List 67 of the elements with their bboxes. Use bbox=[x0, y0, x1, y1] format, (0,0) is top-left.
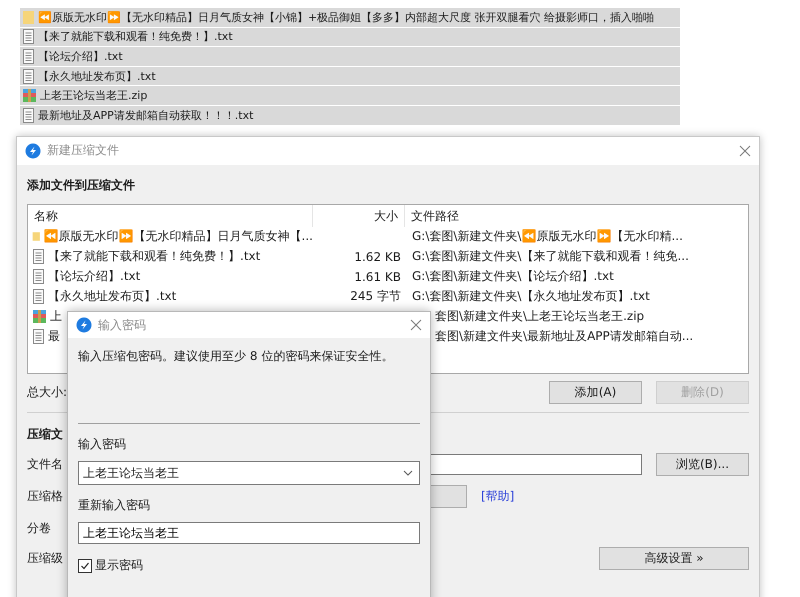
file-name: 【永久地址发布页】.txt bbox=[48, 288, 176, 306]
column-header[interactable]: 名称 bbox=[28, 204, 313, 227]
confirm-password-label: 重新输入密码 bbox=[78, 497, 151, 514]
file-name: 【来了就能下载和观看！纯免费！】.txt bbox=[48, 248, 260, 266]
file-name: 最新地址及APP请发邮箱自动获取！！！.txt bbox=[38, 108, 254, 123]
show-password-checkbox[interactable] bbox=[78, 558, 92, 572]
folder-icon bbox=[22, 10, 35, 25]
file-name: 【论坛介绍】.txt bbox=[38, 48, 123, 64]
file-path: G:\套图\新建文件夹\⏪原版无水印⏩【无水印精... bbox=[411, 228, 683, 246]
close-icon[interactable] bbox=[410, 319, 422, 331]
document-icon bbox=[32, 249, 45, 264]
archive-icon bbox=[32, 309, 47, 324]
document-icon bbox=[22, 48, 35, 64]
document-icon bbox=[32, 269, 45, 284]
chevron-down-icon[interactable] bbox=[403, 470, 413, 476]
volume-label: 分卷 bbox=[27, 520, 52, 537]
dialog-button[interactable]: 添加(A) bbox=[549, 380, 642, 404]
level-label: 压缩级 bbox=[27, 550, 64, 567]
window-title: 输入密码 bbox=[98, 316, 147, 334]
password-label: 输入密码 bbox=[78, 436, 127, 453]
file-row[interactable]: 上老王论坛当老王.zip bbox=[20, 86, 680, 105]
file-name: 【来了就能下载和观看！纯免费！】.txt bbox=[38, 29, 233, 44]
file-name: 上老王论坛当老王.zip bbox=[40, 88, 148, 104]
document-icon bbox=[22, 68, 35, 84]
advanced-settings-button[interactable]: 高级设置 » bbox=[599, 546, 749, 570]
file-row[interactable]: 最新地址及APP请发邮箱自动获取！！！.txt bbox=[20, 106, 680, 125]
filename-label: 文件名 bbox=[27, 456, 64, 473]
help-link[interactable]: [帮助] bbox=[481, 488, 514, 505]
file-path: G:\套图\新建文件夹\【论坛介绍】.txt bbox=[411, 268, 614, 286]
section-title: 添加文件到压缩文件 bbox=[27, 176, 136, 194]
file-row[interactable]: 【来了就能下载和观看！纯免费！】.txt bbox=[20, 28, 680, 46]
file-name: 【永久地址发布页】.txt bbox=[38, 68, 156, 84]
file-row[interactable]: 【论坛介绍】.txt bbox=[20, 47, 680, 66]
app-logo-icon bbox=[76, 317, 92, 333]
browse-button[interactable]: 浏览(B)... bbox=[656, 452, 749, 476]
file-row[interactable]: 【永久地址发布页】.txt bbox=[20, 66, 680, 86]
file-size: 1.61 KB bbox=[353, 270, 402, 284]
document-icon bbox=[22, 29, 35, 44]
format-label: 压缩格 bbox=[27, 488, 64, 505]
description-text: 输入压缩包密码。建议使用至少 8 位的密码来保证安全性。 bbox=[78, 348, 394, 365]
file-path: 套图\新建文件夹\上老王论坛当老王.zip bbox=[435, 308, 644, 326]
app-logo-icon bbox=[25, 142, 41, 159]
document-icon bbox=[22, 108, 35, 123]
file-size: 245 字节 bbox=[349, 288, 402, 306]
window-title: 新建压缩文件 bbox=[47, 142, 120, 160]
show-password-label: 显示密码 bbox=[95, 557, 143, 574]
close-icon[interactable] bbox=[739, 144, 751, 157]
file-name: 【论坛介绍】.txt bbox=[48, 268, 140, 286]
confirm-password-field[interactable]: 上老王论坛当老王 bbox=[78, 522, 420, 544]
checkmark-icon bbox=[80, 560, 90, 570]
file-path: G:\套图\新建文件夹\【永久地址发布页】.txt bbox=[411, 288, 650, 306]
file-name: ⏪原版无水印⏩【无水印精品】日月气质女神【... bbox=[44, 228, 313, 246]
column-header[interactable]: 大小 bbox=[313, 204, 405, 227]
column-header[interactable]: 文件路径 bbox=[405, 204, 748, 227]
file-path: G:\套图\新建文件夹\【来了就能下载和观看！纯免... bbox=[411, 248, 689, 266]
section-title: 压缩文 bbox=[27, 426, 64, 443]
archive-icon bbox=[22, 88, 37, 104]
file-size: 1.62 KB bbox=[353, 250, 402, 264]
document-icon bbox=[32, 289, 45, 304]
file-path: 套图\新建文件夹\最新地址及APP请发邮箱自动... bbox=[435, 328, 694, 346]
total-size-label: 总大小: bbox=[27, 384, 68, 401]
password-field[interactable]: 上老王论坛当老王 bbox=[78, 461, 420, 485]
document-icon bbox=[32, 329, 45, 344]
file-row[interactable]: ⏪原版无水印⏩【无水印精品】日月气质女神【小锦】+极品御姐【多多】内部超大尺度 张开双腿看穴 给摄影师口，插入啪啪 bbox=[20, 8, 680, 27]
file-name: ⏪原版无水印⏩【无水印精品】日月气质女神【小锦】+极品御姐【多多】内部超大尺度 张开双腿看穴 给摄影师口，插入啪啪 bbox=[38, 10, 654, 25]
file-name: 上 bbox=[50, 308, 62, 326]
file-name: 最 bbox=[48, 328, 60, 346]
